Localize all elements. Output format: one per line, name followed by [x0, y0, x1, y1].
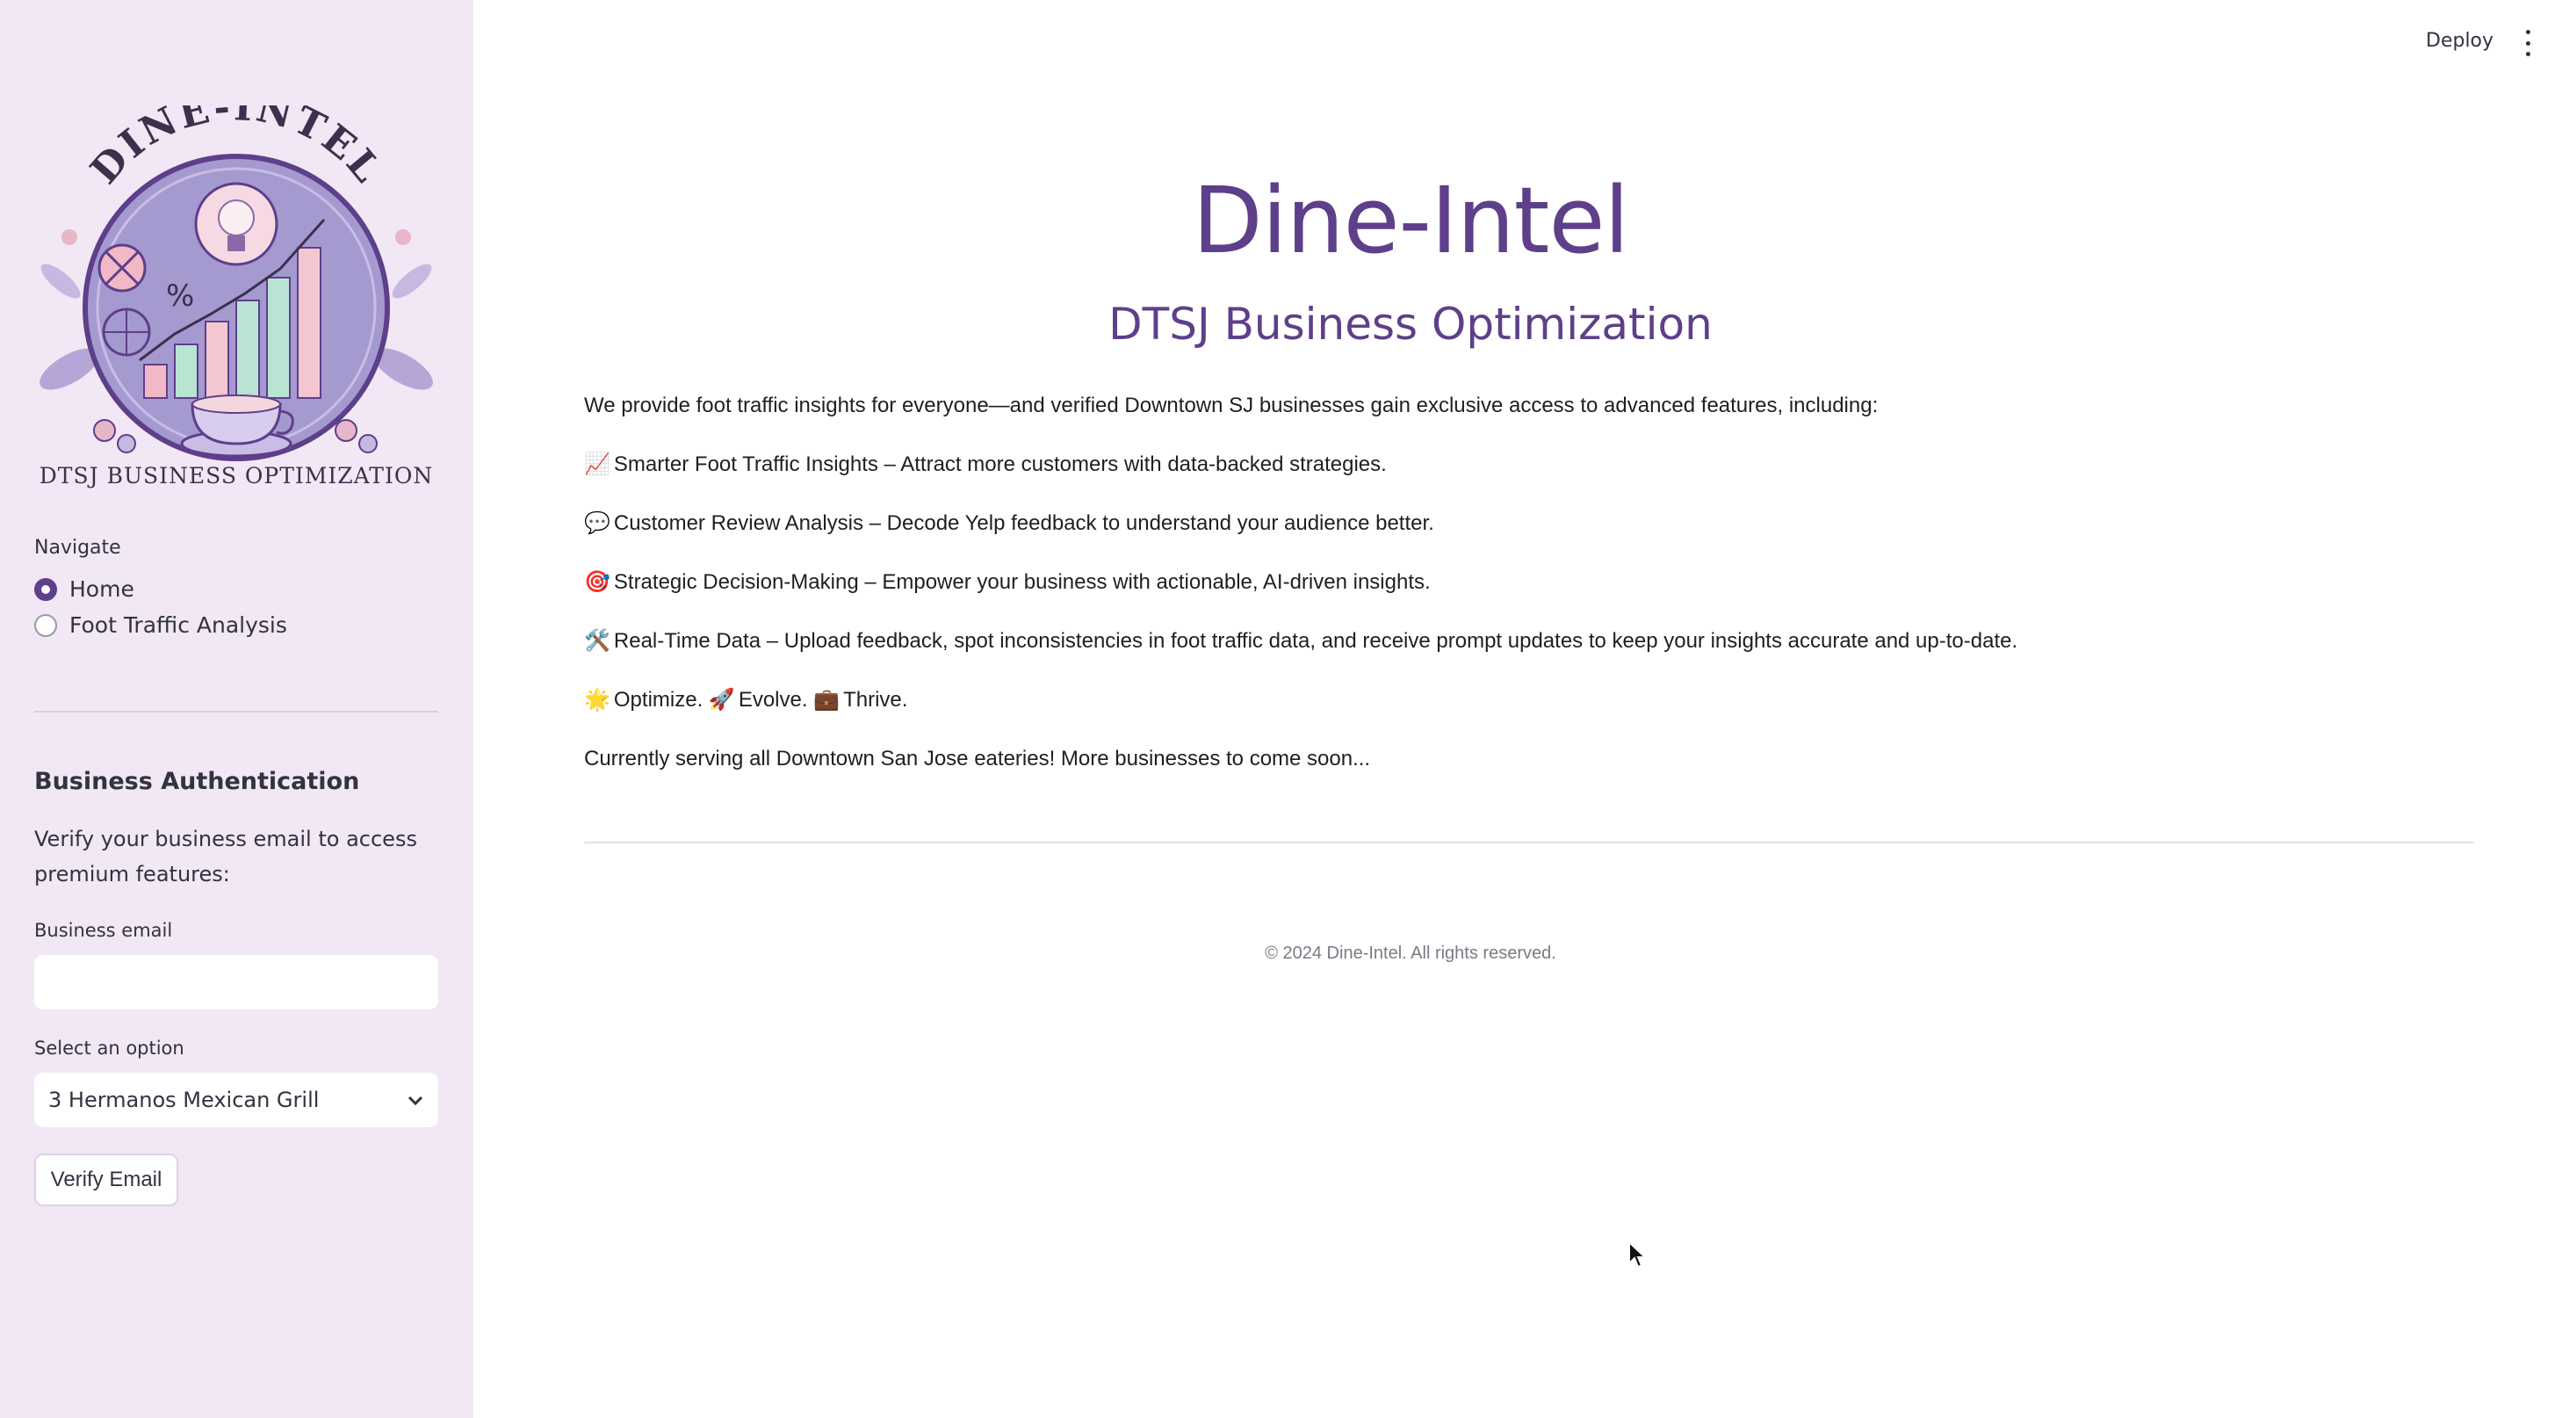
chart-increasing-icon: 📈 — [584, 452, 610, 476]
feature-item: 🛠️ Real-Time Data – Upload feedback, spot… — [584, 624, 2472, 683]
page-subtitle: DTSJ Business Optimization — [1108, 299, 1713, 350]
feature-item: 💬 Customer Review Analysis – Decode Yelp … — [584, 506, 2472, 565]
radio-unselected-icon[interactable] — [34, 613, 57, 637]
main-content: We provide foot traffic insights for eve… — [584, 388, 2472, 800]
closing-text: Currently serving all Downtown San Jose … — [584, 747, 1371, 770]
intro-text: We provide foot traffic insights for eve… — [584, 394, 1879, 417]
radio-selected-icon[interactable] — [34, 577, 57, 601]
tagline-word: Thrive. — [843, 688, 908, 712]
speech-bubble-icon: 💬 — [584, 511, 610, 535]
deploy-button[interactable]: Deploy — [2426, 30, 2493, 52]
rocket-icon: 🚀 — [708, 688, 735, 712]
select-value: 3 Hermanos Mexican Grill — [48, 1088, 320, 1112]
feature-text: Smarter Foot Traffic Insights – Attract … — [613, 452, 1387, 476]
feature-text: Real-Time Data – Upload feedback, spot i… — [613, 629, 2018, 653]
auth-description: Verify your business email to access pre… — [34, 827, 417, 886]
tagline: 🌟 Optimize. 🚀 Evolve. 💼 Thrive. — [584, 683, 2472, 742]
nav-option-label: Home — [69, 576, 134, 602]
kebab-menu-icon[interactable] — [2519, 30, 2536, 56]
star-icon: 🌟 — [584, 688, 610, 712]
nav-option-label: Foot Traffic Analysis — [69, 612, 287, 638]
chevron-down-icon — [407, 1088, 424, 1112]
verify-email-button[interactable]: Verify Email — [34, 1154, 178, 1206]
footer-copyright: © 2024 Dine-Intel. All rights reserved. — [1265, 944, 1556, 963]
content-divider — [584, 842, 2474, 843]
nav-option-foot-traffic[interactable]: Foot Traffic Analysis — [34, 612, 287, 638]
briefcase-icon: 💼 — [813, 688, 841, 712]
feature-text: Strategic Decision-Making – Empower your… — [613, 570, 1431, 594]
feature-item: 🎯 Strategic Decision-Making – Empower you… — [584, 565, 2472, 624]
page-title: Dine-Intel — [1192, 167, 1630, 274]
sidebar-divider — [34, 711, 438, 713]
feature-text: Customer Review Analysis – Decode Yelp f… — [613, 511, 1434, 535]
mouse-cursor-icon — [1627, 1240, 1648, 1270]
target-icon: 🎯 — [584, 570, 610, 594]
app-root: % DINE-INTEL DTSJ BUSINESS OPTIMIZATION … — [0, 0, 2576, 1418]
svg-text:%: % — [166, 279, 194, 314]
tools-icon: 🛠️ — [584, 629, 610, 653]
tagline-word: Optimize. — [613, 688, 704, 712]
nav-option-home[interactable]: Home — [34, 576, 134, 602]
svg-text:DTSJ BUSINESS OPTIMIZATION: DTSJ BUSINESS OPTIMIZATION — [40, 463, 433, 488]
tagline-word: Evolve. — [738, 688, 808, 712]
email-field-label: Business email — [34, 920, 173, 941]
auth-section-title: Business Authentication — [34, 768, 360, 795]
select-label: Select an option — [34, 1038, 184, 1059]
navigate-label: Navigate — [34, 537, 121, 559]
feature-item: 📈 Smarter Foot Traffic Insights – Attract… — [584, 447, 2472, 506]
business-select[interactable]: 3 Hermanos Mexican Grill — [34, 1073, 438, 1127]
